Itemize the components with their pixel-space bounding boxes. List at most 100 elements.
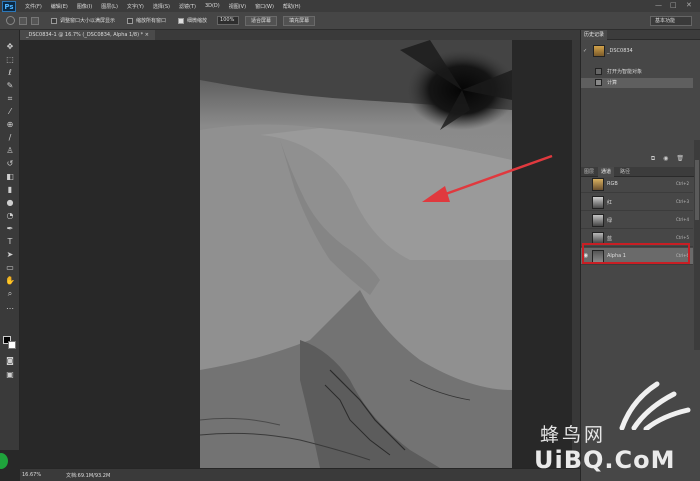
quick-select-tool-icon[interactable]: ✎ — [5, 81, 15, 91]
channel-thumbnail — [592, 178, 604, 191]
close-window-button[interactable]: ✕ — [686, 1, 692, 9]
workspace-dropdown[interactable]: 基本功能 — [650, 16, 692, 26]
channel-row-green[interactable]: 绿 Ctrl+4 — [581, 212, 693, 229]
background-color-swatch[interactable] — [8, 341, 16, 349]
panel-scrollbar[interactable] — [694, 140, 700, 350]
pen-tool-icon[interactable]: ✒ — [5, 224, 15, 234]
menu-edit[interactable]: 编辑(E) — [51, 3, 68, 10]
resize-windows-checkbox[interactable] — [51, 17, 57, 24]
history-brush-tool-icon[interactable]: ↺ — [5, 159, 15, 169]
close-tab-icon[interactable]: × — [145, 32, 149, 38]
brush-tool-icon[interactable]: / — [5, 133, 15, 143]
panel-scrollbar-thumb[interactable] — [695, 160, 699, 220]
lasso-tool-icon[interactable]: ℓ — [5, 68, 15, 78]
scrubby-zoom-checkbox[interactable] — [178, 17, 185, 24]
tab-history[interactable]: 历史记录 — [581, 30, 608, 40]
hand-tool-icon[interactable]: ✋ — [5, 276, 15, 286]
healing-brush-tool-icon[interactable]: ⊕ — [5, 120, 15, 130]
channel-row-red[interactable]: 红 Ctrl+3 — [581, 194, 693, 211]
maximize-button[interactable]: □ — [670, 1, 677, 9]
history-step-icon — [595, 68, 602, 75]
zoom-level[interactable]: 16.67% — [22, 472, 42, 478]
scrubby-zoom-label: 细微缩放 — [187, 18, 208, 24]
channel-shortcut: Ctrl+3 — [675, 199, 689, 204]
zoom-percentage-field[interactable]: 100% — [217, 16, 240, 25]
channel-shortcut: Ctrl+5 — [675, 235, 689, 240]
history-panel-tabs: 历史记录 — [581, 30, 700, 40]
channel-name: 蓝 — [607, 236, 613, 242]
history-item-label: 计算 — [607, 80, 618, 86]
quick-mask-icon[interactable]: ◙ — [5, 356, 15, 366]
document-tab-bar: _DSC0834-1 @ 16.7% (_DSC0834, Alpha 1/8)… — [20, 30, 580, 40]
menu-select[interactable]: 选择(S) — [153, 3, 170, 10]
vertical-scrollbar[interactable] — [572, 40, 580, 468]
clone-stamp-tool-icon[interactable]: ♙ — [5, 146, 15, 156]
history-snapshot[interactable]: ✓ _DSC0834 — [581, 43, 693, 59]
minimize-button[interactable]: — — [655, 1, 662, 9]
menu-type[interactable]: 文字(Y) — [127, 3, 144, 10]
document-tab[interactable]: _DSC0834-1 @ 16.7% (_DSC0834, Alpha 1/8)… — [20, 30, 155, 40]
zoom-tool-icon[interactable] — [6, 16, 15, 25]
menu-window[interactable]: 窗口(W) — [255, 3, 274, 10]
crop-tool-icon[interactable]: ⌗ — [5, 94, 15, 104]
zoom-all-windows-label: 缩放所有窗口 — [136, 18, 167, 24]
watermark-chinese: 蜂鸟网 — [540, 424, 607, 446]
menu-file[interactable]: 文件(F) — [25, 3, 42, 10]
history-item-label: 打开为智能对象 — [607, 69, 643, 75]
menu-layer[interactable]: 图层(L) — [101, 3, 118, 10]
zoom-in-icon[interactable] — [19, 16, 27, 25]
menu-view[interactable]: 视图(V) — [229, 3, 246, 10]
alpha-image-content — [200, 40, 512, 468]
resize-windows-label: 调整窗口大小以满屏显示 — [60, 18, 116, 24]
menu-bar: Ps 文件(F) 编辑(E) 图像(I) 图层(L) 文字(Y) 选择(S) 滤… — [0, 0, 700, 12]
history-actions: ⧉ ◉ 🗑 — [651, 155, 684, 163]
annotation-arrow — [422, 154, 553, 202]
zoom-all-windows-checkbox[interactable] — [127, 17, 134, 24]
photoshop-logo: Ps — [2, 0, 16, 12]
alpha-channel-image[interactable] — [200, 40, 512, 468]
history-step-icon — [595, 79, 602, 86]
status-bar: 16.67% 文档:69.1M/93.2M — [20, 468, 580, 481]
gradient-tool-icon[interactable]: ▮ — [5, 185, 15, 195]
history-item[interactable]: 打开为智能对象 — [581, 67, 693, 77]
snapshot-thumbnail — [593, 45, 605, 57]
eraser-tool-icon[interactable]: ◧ — [5, 172, 15, 182]
screen-mode-icon[interactable]: ▣ — [5, 370, 15, 380]
alpha-channel-highlight — [582, 243, 690, 264]
fill-screen-button[interactable]: 填充屏幕 — [283, 15, 316, 26]
dodge-tool-icon[interactable]: ◔ — [5, 211, 15, 221]
blur-tool-icon[interactable]: ● — [5, 198, 15, 208]
new-snapshot-icon[interactable]: ◉ — [663, 155, 668, 163]
shape-tool-icon[interactable]: ▭ — [5, 263, 15, 273]
menu-filter[interactable]: 滤镜(T) — [179, 3, 196, 10]
type-tool-icon[interactable]: T — [5, 237, 15, 247]
channel-name: 绿 — [607, 218, 613, 224]
zoom-out-icon[interactable] — [31, 16, 39, 25]
path-select-tool-icon[interactable]: ➤ — [5, 250, 15, 260]
marquee-tool-icon[interactable]: ⬚ — [5, 55, 15, 65]
delete-state-icon[interactable]: 🗑 — [676, 155, 684, 163]
tools-panel: ✥ ⬚ ℓ ✎ ⌗ ⁄ ⊕ / ♙ ↺ ◧ ▮ ● ◔ ✒ T ➤ ▭ ✋ ⌕ … — [0, 30, 20, 450]
more-tools-icon[interactable]: ⋯ — [5, 304, 15, 314]
channel-shortcut: Ctrl+2 — [675, 181, 689, 186]
snapshot-marker-icon: ✓ — [583, 48, 588, 54]
document-tab-title: _DSC0834-1 @ 16.7% (_DSC0834, Alpha 1/8)… — [26, 32, 144, 38]
watermark-rays-icon — [619, 381, 691, 430]
channel-name: RGB — [607, 181, 618, 187]
channel-name: 红 — [607, 200, 613, 206]
move-tool-icon[interactable]: ✥ — [5, 42, 15, 52]
channel-row-rgb[interactable]: RGB Ctrl+2 — [581, 176, 693, 193]
menu-image[interactable]: 图像(I) — [77, 3, 92, 10]
options-bar: 调整窗口大小以满屏显示 缩放所有窗口 细微缩放 100% 适合屏幕 填充屏幕 基… — [0, 12, 700, 30]
fit-screen-button[interactable]: 适合屏幕 — [245, 15, 278, 26]
eyedropper-tool-icon[interactable]: ⁄ — [5, 107, 15, 117]
menu-3d[interactable]: 3D(D) — [205, 3, 220, 9]
zoom-tool-icon[interactable]: ⌕ — [5, 289, 15, 299]
channel-thumbnail — [592, 214, 604, 227]
channel-thumbnail — [592, 196, 604, 209]
history-item[interactable]: 计算 — [581, 78, 693, 88]
new-document-from-state-icon[interactable]: ⧉ — [651, 155, 655, 163]
menu-help[interactable]: 帮助(H) — [283, 3, 301, 10]
canvas-area[interactable] — [20, 40, 580, 468]
document-size: 文档:69.1M/93.2M — [66, 472, 111, 479]
